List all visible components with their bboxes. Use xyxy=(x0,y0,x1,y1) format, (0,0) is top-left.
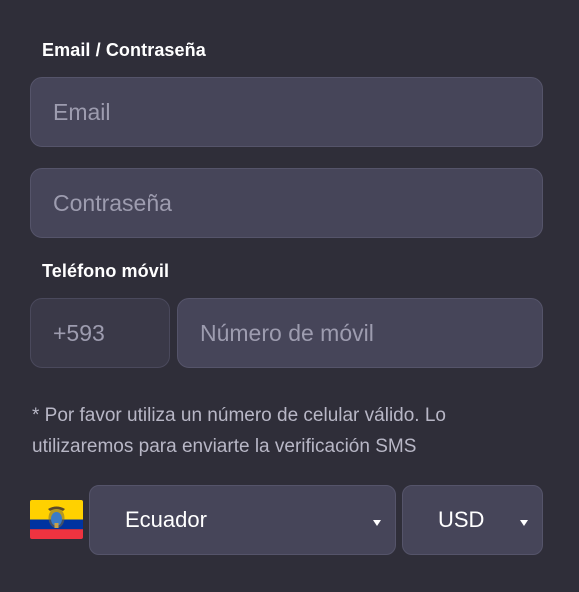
country-code-value: +593 xyxy=(53,319,105,346)
country-code-field: +593 xyxy=(30,298,170,368)
phone-number-field[interactable] xyxy=(178,299,542,367)
country-select-value: Ecuador xyxy=(125,507,207,532)
ecuador-flag-icon xyxy=(30,500,83,539)
phone-number-field-wrapper xyxy=(177,298,543,368)
ecuador-flag-graphic xyxy=(30,500,83,539)
chevron-down-icon xyxy=(520,520,528,526)
chevron-down-icon xyxy=(373,520,381,526)
email-password-label: Email / Contraseña xyxy=(42,40,206,60)
phone-validation-note: * Por favor utiliza un número de celular… xyxy=(32,405,447,457)
phone-label: Teléfono móvil xyxy=(42,261,170,281)
email-field[interactable] xyxy=(31,78,542,146)
currency-select[interactable]: USD xyxy=(402,485,543,555)
email-field-wrapper xyxy=(30,77,543,147)
password-field-wrapper xyxy=(30,168,543,238)
currency-select-value: USD xyxy=(438,507,485,532)
password-field[interactable] xyxy=(31,169,542,237)
country-select[interactable]: Ecuador xyxy=(89,485,396,555)
